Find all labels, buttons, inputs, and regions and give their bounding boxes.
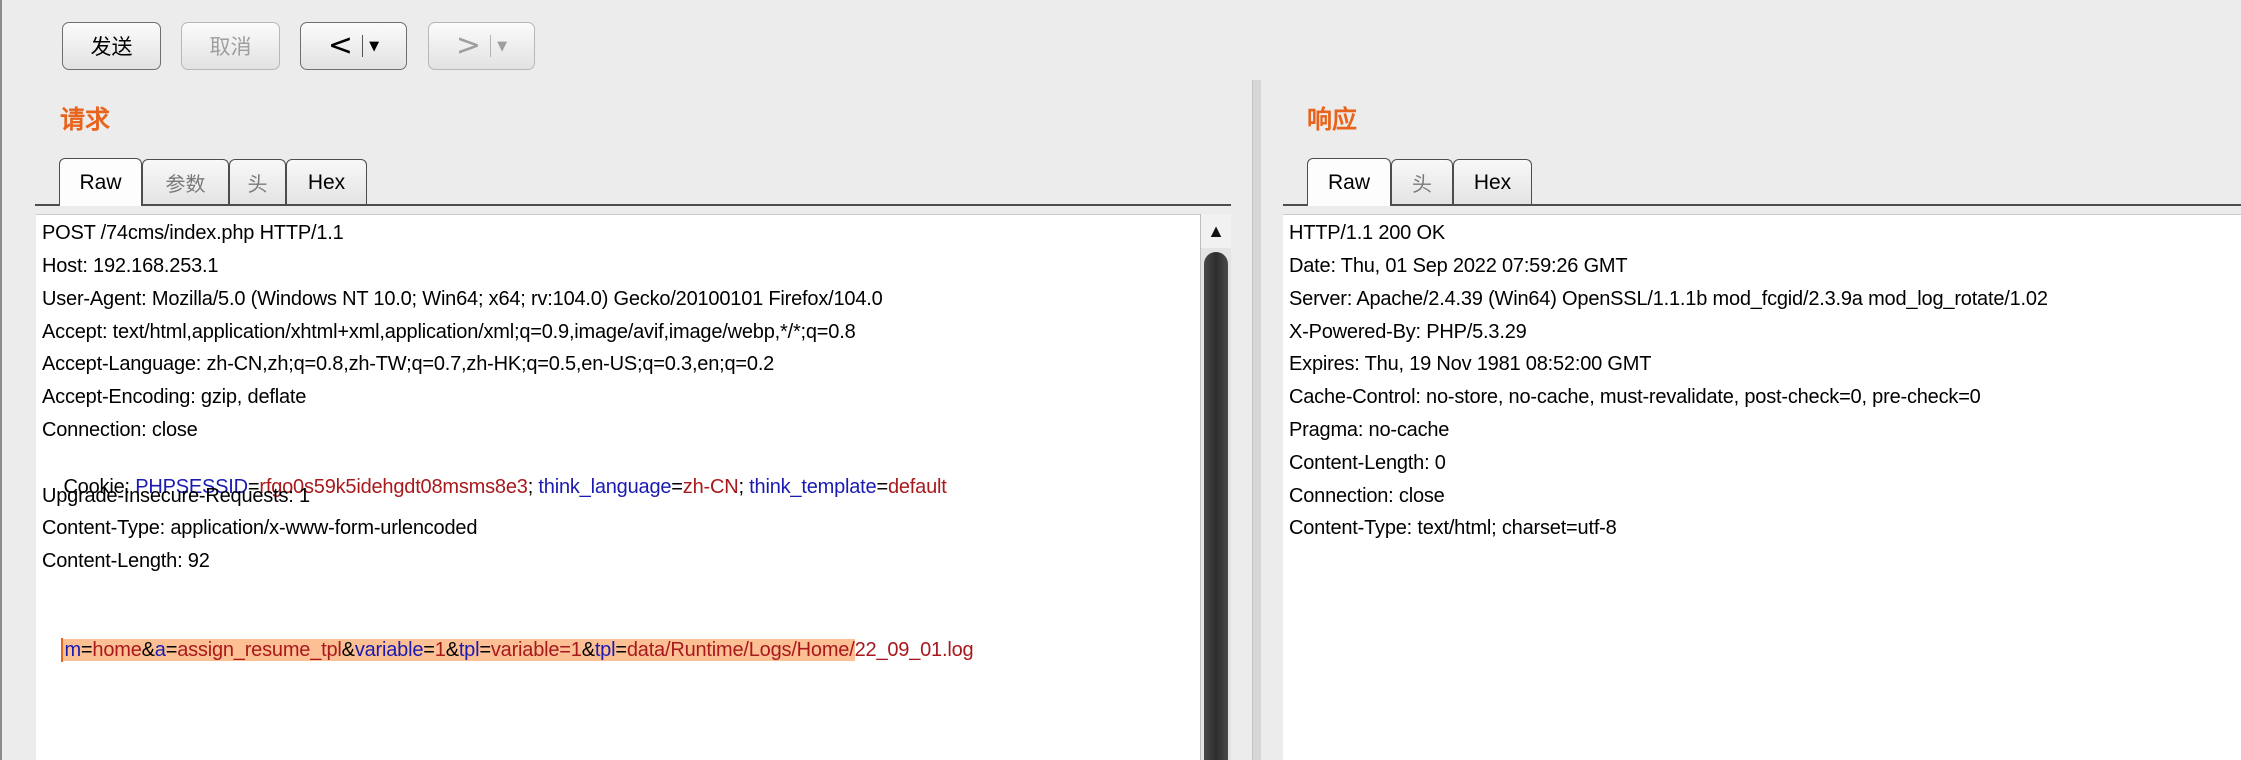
tab-label: 参数 xyxy=(165,172,206,196)
param-key: tpl xyxy=(458,639,480,661)
param-amp: & xyxy=(445,639,459,661)
tab-label: 头 xyxy=(1412,172,1432,196)
request-editor[interactable]: POST /74cms/index.php HTTP/1.1 Host: 192… xyxy=(36,214,1200,760)
response-panel-title: 响应 xyxy=(1307,105,1358,134)
tab-label: Raw xyxy=(1327,170,1370,194)
request-line: Connection: close xyxy=(42,419,198,441)
chevron-down-icon[interactable]: ▼ xyxy=(369,39,379,54)
param-amp: & xyxy=(581,639,595,661)
response-line: Expires: Thu, 19 Nov 1981 08:52:00 GMT xyxy=(1289,353,1652,375)
scrollbar-thumb[interactable] xyxy=(1204,252,1228,760)
param-value: 1 xyxy=(434,639,446,661)
param-value: assign_resume_tpl xyxy=(177,639,342,661)
param-key: tpl xyxy=(594,639,616,661)
request-scrollbar[interactable]: ▲ xyxy=(1200,214,1231,760)
history-forward-button[interactable]: > ▼ xyxy=(428,22,535,70)
cookie-value: zh-CN xyxy=(682,476,739,498)
param-amp: & xyxy=(141,639,155,661)
request-body-line: m=home&a=assign_resume_tpl&variable=1&tp… xyxy=(40,614,974,686)
tab-label: Hex xyxy=(1473,170,1512,194)
response-tab-headers[interactable]: 头 xyxy=(1391,159,1453,205)
param-value: home xyxy=(92,639,142,661)
response-line: Cache-Control: no-store, no-cache, must-… xyxy=(1289,386,1981,408)
param-eq: = xyxy=(423,639,435,661)
cookie-sep: ; xyxy=(738,476,750,498)
send-button[interactable]: 发送 xyxy=(62,22,161,70)
response-tab-underline xyxy=(1283,204,2241,206)
response-line: Connection: close xyxy=(1289,485,1445,507)
request-line: Content-Type: application/x-www-form-url… xyxy=(42,517,478,539)
param-value: variable=1 xyxy=(490,639,582,661)
request-line: Accept-Encoding: gzip, deflate xyxy=(42,386,307,408)
tab-label: Hex xyxy=(307,170,346,194)
request-tab-underline xyxy=(35,204,1231,206)
response-line: Content-Type: text/html; charset=utf-8 xyxy=(1289,517,1617,539)
request-tab-hex[interactable]: Hex xyxy=(286,159,367,205)
param-amp: & xyxy=(341,639,355,661)
response-editor[interactable]: HTTP/1.1 200 OK Date: Thu, 01 Sep 2022 0… xyxy=(1283,214,2241,760)
response-line: HTTP/1.1 200 OK xyxy=(1289,222,1445,244)
chevron-down-icon[interactable]: ▼ xyxy=(497,39,507,54)
request-line: User-Agent: Mozilla/5.0 (Windows NT 10.0… xyxy=(42,288,883,310)
cookie-value: default xyxy=(887,476,947,498)
send-button-label: 发送 xyxy=(90,35,133,59)
button-separator xyxy=(490,35,492,57)
response-tab-raw[interactable]: Raw xyxy=(1307,158,1391,206)
param-value: 22_09_01.log xyxy=(854,639,974,661)
request-tab-raw[interactable]: Raw xyxy=(59,158,142,206)
response-line: Date: Thu, 01 Sep 2022 07:59:26 GMT xyxy=(1289,255,1628,277)
cookie-key: think_language xyxy=(538,476,672,498)
response-tab-hex[interactable]: Hex xyxy=(1453,159,1532,205)
tab-label: Raw xyxy=(79,170,122,194)
button-separator xyxy=(362,35,364,57)
cookie-eq: = xyxy=(671,476,683,498)
param-eq: = xyxy=(615,639,627,661)
cookie-key: think_template xyxy=(749,476,877,498)
window-edge xyxy=(0,0,2,760)
response-line: Server: Apache/2.4.39 (Win64) OpenSSL/1.… xyxy=(1289,288,2048,310)
param-eq: = xyxy=(80,639,93,661)
response-line: X-Powered-By: PHP/5.3.29 xyxy=(1289,321,1527,343)
cancel-button-label: 取消 xyxy=(209,35,252,59)
request-line: Host: 192.168.253.1 xyxy=(42,255,219,277)
param-eq: = xyxy=(479,639,491,661)
request-panel-title: 请求 xyxy=(60,105,111,134)
split-pane-divider[interactable] xyxy=(1252,80,1261,760)
param-eq: = xyxy=(165,639,178,661)
scroll-up-arrow-icon[interactable]: ▲ xyxy=(1201,214,1231,248)
request-line: Accept: text/html,application/xhtml+xml,… xyxy=(42,321,856,343)
request-line: Accept-Language: zh-CN,zh;q=0.8,zh-TW;q=… xyxy=(42,353,775,375)
cancel-button[interactable]: 取消 xyxy=(181,22,280,70)
response-line: Pragma: no-cache xyxy=(1289,419,1450,441)
param-key: m xyxy=(64,639,81,661)
param-value: data/Runtime/Logs/Home/ xyxy=(626,639,855,661)
right-arrow-icon: > xyxy=(455,28,482,63)
cookie-sep: ; xyxy=(527,476,539,498)
request-line: Content-Length: 92 xyxy=(42,550,210,572)
request-line: POST /74cms/index.php HTTP/1.1 xyxy=(42,222,344,244)
history-back-button[interactable]: < ▼ xyxy=(300,22,407,70)
request-tab-headers[interactable]: 头 xyxy=(229,159,286,205)
left-arrow-icon: < xyxy=(327,28,354,63)
request-line: Upgrade-Insecure-Requests: 1 xyxy=(42,485,310,507)
response-line: Content-Length: 0 xyxy=(1289,452,1446,474)
request-tab-params[interactable]: 参数 xyxy=(142,159,229,205)
selected-text: m=home&a=assign_resume_tpl&variable=1&tp… xyxy=(61,638,855,662)
param-key: variable xyxy=(354,639,424,661)
param-key: a xyxy=(154,639,166,661)
cookie-eq: = xyxy=(876,476,888,498)
tab-label: 头 xyxy=(247,172,268,196)
